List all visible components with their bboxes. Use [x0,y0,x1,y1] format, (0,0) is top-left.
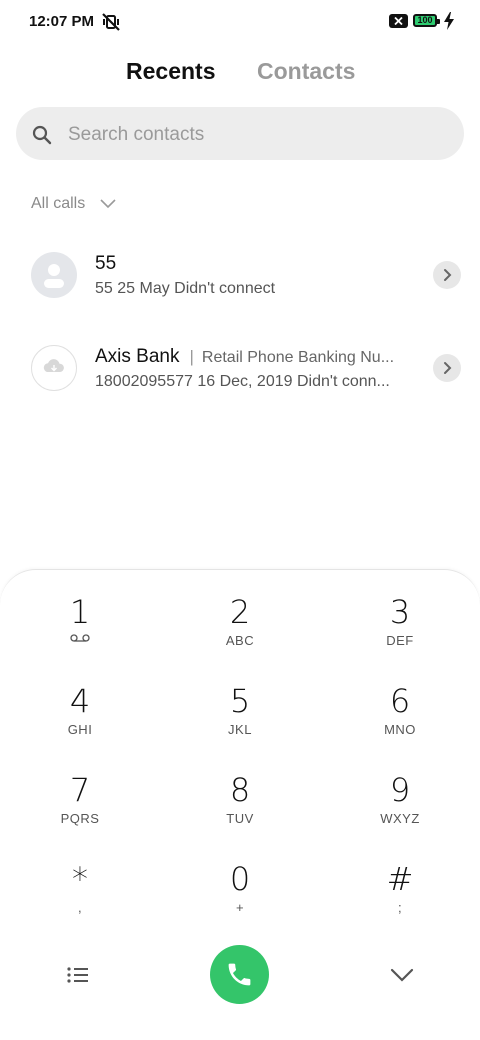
key-hash[interactable]: # ; [340,859,460,939]
key-7[interactable]: 7 PQRS [20,770,140,850]
key-digit: 3 [389,593,411,631]
call-detail: 18002095577 16 Dec, 2019 Didn't conn... [95,373,390,391]
tab-recents[interactable]: Recents [126,58,215,85]
cloud-avatar-icon [31,345,77,391]
key-letters: , [77,900,83,915]
key-6[interactable]: 6 MNO [340,681,460,761]
search-input[interactable] [66,115,450,155]
key-8[interactable]: 8 TUV [180,770,300,850]
call-label: Retail Phone Banking Nu... [201,349,395,366]
call-details-button[interactable] [433,261,461,289]
status-bar: 12:07 PM 100 [0,0,480,44]
key-2[interactable]: 2 ABC [180,592,300,672]
key-digit: * [72,860,88,898]
call-name-line: Axis Bank | Retail Phone Banking Nu... [95,346,394,368]
voicemail-icon [70,634,90,642]
battery-level: 100 [417,15,433,25]
dialer-action-bar [0,945,480,1005]
key-digit: 5 [229,682,251,720]
search-icon [32,125,52,145]
key-digit: 4 [69,682,91,720]
key-4[interactable]: 4 GHI [20,681,140,761]
battery-x-icon [389,14,408,28]
key-3[interactable]: 3 DEF [340,592,460,672]
call-date: 16 Dec, 2019 [197,373,293,390]
tab-contacts[interactable]: Contacts [257,58,355,85]
chevron-right-icon [444,362,452,374]
key-letters: WXYZ [380,811,420,826]
call-date: 25 May [117,280,170,297]
key-1[interactable]: 1 [20,592,140,672]
key-0[interactable]: 0 + [180,859,300,939]
key-letters: DEF [386,633,414,648]
phone-dialer-screen: 12:07 PM 100 Recents Contacts All calls [0,0,480,1040]
key-9[interactable]: 9 WXYZ [340,770,460,850]
call-name: 55 [95,253,117,274]
key-digit: 2 [229,593,251,631]
key-letters: PQRS [60,811,100,826]
key-digit: 0 [229,860,251,898]
key-digit: # [386,860,414,898]
filter-label: All calls [31,195,86,212]
call-button[interactable] [210,945,269,1004]
battery-icon: 100 [413,14,440,27]
call-details-button[interactable] [433,354,461,382]
key-letters: ; [397,900,403,915]
call-filter-dropdown[interactable]: All calls [31,192,117,216]
key-digit: 9 [389,771,411,809]
key-letters: JKL [228,722,252,737]
name-separator: | [189,347,194,366]
key-digit: 6 [389,682,411,720]
key-letters: GHI [67,722,93,737]
key-digit: 7 [69,771,91,809]
call-number: 18002095577 [95,373,193,390]
key-letters: MNO [384,722,416,737]
call-name: Axis Bank [95,346,180,367]
key-letters: ABC [225,633,255,648]
key-star[interactable]: * , [20,859,140,939]
call-number: 55 [95,280,113,297]
key-letters: TUV [226,811,254,826]
menu-list-icon[interactable] [66,965,90,985]
call-status: Didn't conn... [296,373,390,390]
key-digit: 1 [69,593,91,631]
key-letters: + [235,900,245,915]
mute-vibrate-icon [102,13,120,31]
chevron-down-icon [100,199,116,209]
call-status: Didn't connect [174,280,276,297]
call-log-item[interactable]: 55 55 25 May Didn't connect [0,235,480,315]
charging-bolt-icon [444,12,454,30]
key-5[interactable]: 5 JKL [180,681,300,761]
phone-icon [228,963,251,986]
key-digit: 8 [229,771,251,809]
contact-avatar-icon [31,252,77,298]
collapse-chevron-icon[interactable] [389,967,415,983]
status-time: 12:07 PM [29,13,95,30]
call-detail: 55 25 May Didn't connect [95,280,275,298]
chevron-right-icon [444,269,452,281]
call-log-item[interactable]: Axis Bank | Retail Phone Banking Nu... 180… [0,328,480,408]
